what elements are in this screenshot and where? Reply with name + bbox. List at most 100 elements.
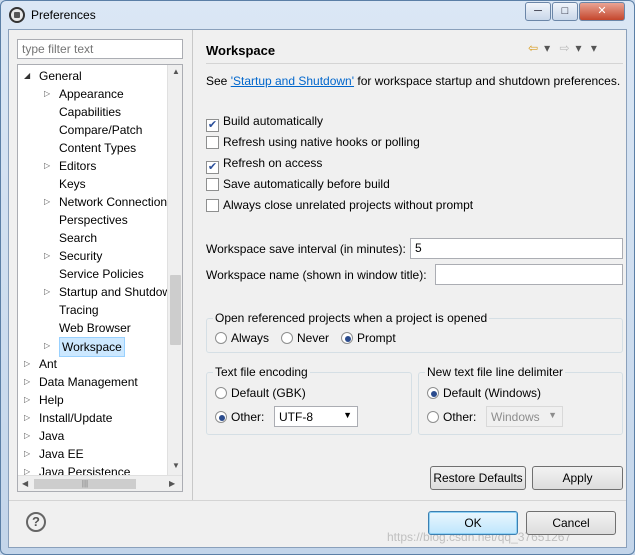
tree-item-label: Editors — [59, 159, 97, 173]
collapsed-arrow-icon[interactable]: ▷ — [24, 377, 34, 387]
encoding-select[interactable]: UTF-8 ▼ — [274, 406, 358, 427]
radio-dot[interactable] — [215, 411, 227, 423]
collapsed-arrow-icon[interactable]: ▷ — [44, 251, 54, 261]
apply-button[interactable]: Apply — [532, 466, 623, 490]
encoding-value: UTF-8 — [279, 410, 313, 424]
workspace-name-label: Workspace name (shown in window title): — [206, 268, 427, 282]
radio-label: Other: — [231, 410, 265, 424]
text-encoding-group: Text file encoding Default (GBK) Other: … — [206, 365, 412, 435]
tree-item-label: Appearance — [59, 87, 124, 101]
never-radio[interactable]: Never — [281, 331, 329, 345]
delimiter-other-radio[interactable]: Other: — [427, 410, 476, 424]
collapsed-arrow-icon[interactable]: ▷ — [24, 395, 34, 405]
view-menu-icon[interactable]: ▾ — [591, 41, 597, 55]
radio-dot[interactable] — [215, 387, 227, 399]
collapsed-arrow-icon[interactable]: ▷ — [24, 413, 34, 423]
radio-dot[interactable] — [427, 387, 439, 399]
filter-input[interactable] — [17, 39, 183, 59]
checkbox-label: Refresh on access — [223, 156, 323, 170]
radio-label: Other: — [443, 410, 477, 424]
collapsed-arrow-icon[interactable]: ▷ — [24, 359, 34, 369]
collapsed-arrow-icon[interactable]: ▷ — [44, 89, 54, 99]
tree-vscroll-thumb[interactable] — [170, 275, 181, 345]
tree-hscroll-thumb[interactable]: ||| — [34, 479, 136, 489]
scroll-left-icon[interactable]: ◀ — [22, 479, 28, 488]
back-arrow-icon[interactable]: ⇦ — [528, 41, 538, 55]
tree-item-label: Network Connection — [59, 195, 168, 209]
delimiter-select[interactable]: Windows ▼ — [486, 406, 563, 427]
page-title: Workspace — [206, 43, 276, 58]
line-delimiter-group: New text file line delimiter Default (Wi… — [418, 365, 623, 435]
tree-vertical-scrollbar[interactable]: ▲ ▼ — [167, 65, 182, 475]
collapsed-arrow-icon[interactable]: ▷ — [24, 431, 34, 441]
close-window-button[interactable]: ✕ — [579, 2, 625, 21]
title-bar: Preferences ─ □ ✕ — [1, 1, 634, 29]
cancel-button[interactable]: Cancel — [526, 511, 616, 535]
dialog-client-area: ◢ General ▷ Appearance Capabilities Compare/P… — [8, 29, 627, 548]
eclipse-app-icon — [9, 7, 25, 23]
checkmark-icon[interactable]: ✔ — [206, 161, 219, 174]
checkbox-box[interactable] — [206, 136, 219, 149]
checkbox-box[interactable] — [206, 178, 219, 191]
scroll-right-icon[interactable]: ▶ — [169, 479, 175, 488]
pane-divider[interactable] — [192, 30, 193, 500]
checkbox-label: Always close unrelated projects without … — [223, 198, 474, 212]
startup-shutdown-link[interactable]: 'Startup and Shutdown' — [231, 74, 354, 88]
tree-item-label: Startup and Shutdown — [59, 285, 178, 299]
checkbox-label: Save automatically before build — [223, 177, 390, 191]
page-description: See 'Startup and Shutdown' for workspace… — [206, 74, 620, 88]
preference-tree[interactable]: ◢ General ▷ Appearance Capabilities Compare/P… — [17, 64, 183, 492]
save-interval-label: Workspace save interval (in minutes): — [206, 242, 406, 256]
group-title: New text file line delimiter — [425, 365, 566, 379]
collapsed-arrow-icon[interactable]: ▷ — [44, 161, 54, 171]
tree-item-label: Perspectives — [59, 213, 128, 227]
refresh-on-access-checkbox[interactable]: ✔ Refresh on access — [206, 156, 323, 174]
save-interval-input[interactable]: 5 — [410, 238, 623, 259]
collapsed-arrow-icon[interactable]: ▷ — [44, 197, 54, 207]
workspace-name-input[interactable] — [435, 264, 623, 285]
tree-item-label: Capabilities — [59, 105, 122, 119]
collapsed-arrow-icon[interactable]: ▷ — [44, 287, 54, 297]
forward-arrow-icon[interactable]: ⇨ — [559, 41, 569, 55]
tree-item-label: Install/Update — [39, 411, 113, 425]
save-before-build-checkbox[interactable]: Save automatically before build — [206, 177, 390, 193]
delimiter-default-radio[interactable]: Default (Windows) — [427, 386, 541, 400]
tree-item-label: Service Policies — [59, 267, 144, 281]
prompt-radio[interactable]: Prompt — [341, 331, 396, 345]
radio-dot[interactable] — [215, 332, 227, 344]
encoding-default-radio[interactable]: Default (GBK) — [215, 386, 306, 400]
radio-label: Prompt — [357, 331, 396, 345]
tree-item-label: Java — [39, 429, 65, 443]
maximize-button[interactable]: □ — [552, 2, 578, 21]
checkbox-label: Refresh using native hooks or polling — [223, 135, 420, 149]
refresh-native-hooks-checkbox[interactable]: Refresh using native hooks or polling — [206, 135, 420, 151]
forward-dropdown-icon[interactable]: ▾ — [576, 41, 582, 55]
checkbox-box[interactable] — [206, 199, 219, 212]
scroll-down-icon[interactable]: ▼ — [172, 461, 180, 470]
collapsed-arrow-icon[interactable]: ▷ — [44, 341, 54, 351]
restore-defaults-button[interactable]: Restore Defaults — [430, 466, 526, 490]
help-icon[interactable]: ? — [26, 512, 46, 532]
radio-label: Default (GBK) — [231, 386, 306, 400]
radio-dot[interactable] — [427, 411, 439, 423]
scroll-up-icon[interactable]: ▲ — [172, 67, 180, 76]
always-radio[interactable]: Always — [215, 331, 269, 345]
radio-dot[interactable] — [341, 332, 353, 344]
tree-item-label: Java EE — [39, 447, 84, 461]
checkmark-icon[interactable]: ✔ — [206, 119, 219, 132]
ok-button[interactable]: OK — [428, 511, 518, 535]
radio-label: Default (Windows) — [443, 386, 542, 400]
tree-item-label: Content Types — [59, 141, 137, 155]
radio-dot[interactable] — [281, 332, 293, 344]
tree-horizontal-scrollbar[interactable]: ◀ ||| ▶ — [18, 475, 182, 491]
back-dropdown-icon[interactable]: ▾ — [544, 41, 550, 55]
minimize-button[interactable]: ─ — [525, 2, 551, 21]
close-unrelated-checkbox[interactable]: Always close unrelated projects without … — [206, 198, 473, 214]
chevron-down-icon: ▼ — [548, 410, 557, 420]
expanded-arrow-icon[interactable]: ◢ — [24, 71, 34, 81]
tree-item-label: Data Management — [39, 375, 138, 389]
collapsed-arrow-icon[interactable]: ▷ — [24, 449, 34, 459]
encoding-other-radio[interactable]: Other: — [215, 410, 264, 424]
tree-item-label: Compare/Patch — [59, 123, 143, 137]
build-automatically-checkbox[interactable]: ✔ Build automatically — [206, 114, 323, 132]
